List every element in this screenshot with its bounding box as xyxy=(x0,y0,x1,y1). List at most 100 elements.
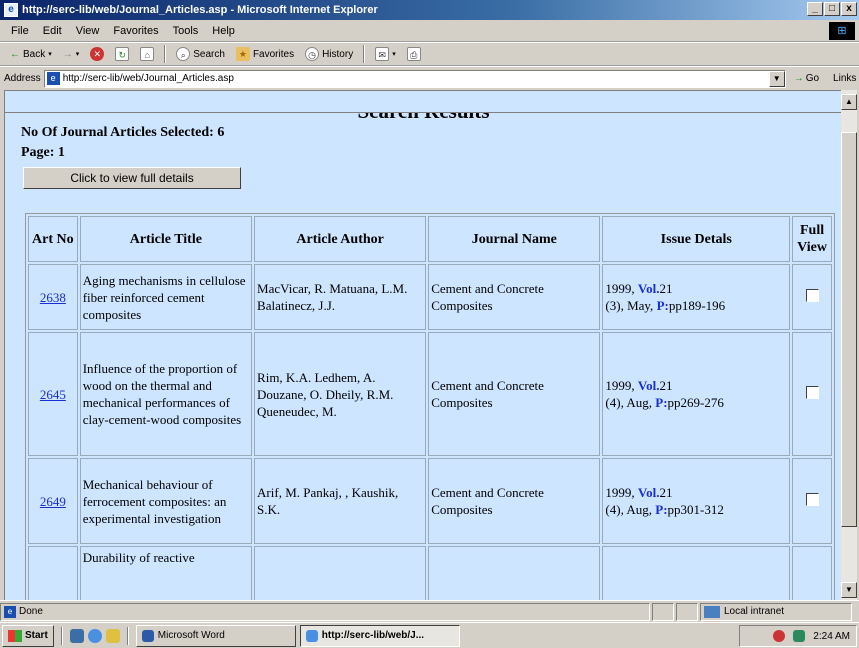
show-desktop-icon[interactable] xyxy=(69,628,84,643)
links-button[interactable]: Links xyxy=(833,73,856,84)
menu-edit[interactable]: Edit xyxy=(36,23,69,39)
dropdown-icon: ▾ xyxy=(48,51,52,58)
stop-icon: ✕ xyxy=(90,47,105,61)
status-empty-cell xyxy=(676,602,698,621)
history-button[interactable]: ◷ History xyxy=(301,46,357,62)
stop-button[interactable]: ✕ xyxy=(86,46,108,62)
taskbar-separator xyxy=(60,626,63,645)
view-full-details-button[interactable]: Click to view full details xyxy=(23,167,241,189)
home-icon: ⌂ xyxy=(140,47,155,61)
mail-button[interactable]: ✉ ▾ xyxy=(371,46,400,62)
menu-view[interactable]: View xyxy=(69,23,107,39)
scroll-up-icon[interactable]: ▲ xyxy=(841,94,857,110)
go-arrow-icon: → xyxy=(793,73,804,84)
art-no-link[interactable]: 2645 xyxy=(40,387,66,402)
ie-task-icon xyxy=(305,629,318,642)
issue-details-cell: 1999, Vol.21 (4), Aug, P:pp269-276 xyxy=(602,332,791,456)
pages-label: P: xyxy=(655,502,668,517)
issue-pages: pp269-276 xyxy=(667,395,724,410)
status-bar: e Done Local intranet xyxy=(0,600,859,622)
article-author-cell: Arif, M. Pankaj, , Kaushik, S.K. xyxy=(254,458,427,544)
window-controls: _ □ x xyxy=(807,2,857,16)
toolbar: ← Back ▾ → ▾ ✕ ↻ ⌂ ⌕ Search ★ Favorites … xyxy=(0,42,859,66)
forward-button[interactable]: → ▾ xyxy=(59,48,84,61)
status-zone-cell: Local intranet xyxy=(700,602,852,621)
home-button[interactable]: ⌂ xyxy=(136,46,158,62)
address-dropdown-icon[interactable]: ▼ xyxy=(768,70,785,87)
task-word-label: Microsoft Word xyxy=(157,630,225,641)
full-view-checkbox[interactable] xyxy=(805,288,819,302)
menu-tools[interactable]: Tools xyxy=(166,23,206,39)
address-input[interactable]: e http://serc-lib/web/Journal_Articles.a… xyxy=(43,69,786,88)
tray-shield-icon[interactable] xyxy=(773,630,786,642)
ie-icon: e xyxy=(4,3,18,17)
refresh-button[interactable]: ↻ xyxy=(111,46,133,62)
forward-arrow-icon: → xyxy=(62,48,73,60)
article-title-cell: Aging mechanisms in cellulose fiber rein… xyxy=(79,264,253,330)
taskbar: Start Microsoft Word http://serc-lib/web… xyxy=(0,622,859,648)
word-icon xyxy=(141,629,154,642)
issue-year: 1999, xyxy=(605,378,638,393)
vertical-scrollbar[interactable]: ▼ xyxy=(841,112,857,600)
address-bar: Address e http://serc-lib/web/Journal_Ar… xyxy=(0,66,859,90)
status-empty-cell xyxy=(652,602,674,621)
back-label: Back xyxy=(23,48,46,60)
windows-flag-icon xyxy=(8,629,22,642)
zone-text: Local intranet xyxy=(724,606,785,617)
full-view-cell xyxy=(792,458,832,544)
table-row: 2649 Mechanical behaviour of ferrocement… xyxy=(28,458,832,544)
outlook-quicklaunch-icon[interactable] xyxy=(105,628,120,643)
print-button[interactable]: ⎙ xyxy=(403,46,425,62)
results-table: Art No Article Title Article Author Jour… xyxy=(25,213,835,600)
table-row: 2645 Influence of the proportion of wood… xyxy=(28,332,832,456)
col-full-view: Full View xyxy=(792,216,832,262)
menu-bar: File Edit View Favorites Tools Help ⊞ xyxy=(0,20,859,42)
mail-icon: ✉ xyxy=(375,47,390,61)
full-view-checkbox[interactable] xyxy=(805,492,819,506)
start-label: Start xyxy=(25,630,48,641)
search-icon: ⌕ xyxy=(176,47,191,61)
task-ie-button[interactable]: http://serc-lib/web/J... xyxy=(299,624,460,647)
issue-vol: 21 xyxy=(659,485,673,500)
journal-name-cell xyxy=(428,546,601,600)
scroll-thumb[interactable] xyxy=(841,132,857,527)
print-icon: ⎙ xyxy=(406,47,421,61)
art-no-link[interactable]: 2638 xyxy=(40,290,66,305)
col-journal-name: Journal Name xyxy=(428,216,601,262)
go-button[interactable]: → Go xyxy=(794,73,819,84)
vol-label: Vol. xyxy=(637,378,660,393)
full-view-checkbox[interactable] xyxy=(805,385,819,399)
col-article-title: Article Title xyxy=(79,216,253,262)
issue-details-cell: 1999, Vol.21 (4), Aug, P:pp301-312 xyxy=(602,458,791,544)
favorites-button[interactable]: ★ Favorites xyxy=(232,46,298,62)
maximize-button[interactable]: □ xyxy=(824,2,840,16)
scroll-down-icon[interactable]: ▼ xyxy=(841,582,857,598)
dropdown-icon: ▾ xyxy=(392,51,396,58)
issue-details-cell: 1999, Vol.21 (3), May, P:pp189-196 xyxy=(602,264,791,330)
search-button[interactable]: ⌕ Search xyxy=(172,46,229,62)
start-button[interactable]: Start xyxy=(2,624,54,647)
menu-favorites[interactable]: Favorites xyxy=(106,23,165,39)
back-button[interactable]: ← Back ▾ xyxy=(6,48,56,61)
address-label: Address xyxy=(4,73,41,84)
go-label: Go xyxy=(805,73,820,84)
vol-label: Vol. xyxy=(637,281,660,296)
issue-number: (3), May, xyxy=(605,298,657,313)
ie-quicklaunch-icon[interactable] xyxy=(87,628,102,643)
clock: 2:24 AM xyxy=(813,630,850,642)
task-word-button[interactable]: Microsoft Word xyxy=(135,624,296,647)
art-no-link[interactable]: 2649 xyxy=(40,494,66,509)
close-button[interactable]: x xyxy=(841,2,857,16)
art-no-cell: 2649 xyxy=(28,458,78,544)
table-row: 2638 Aging mechanisms in cellulose fiber… xyxy=(28,264,832,330)
full-view-cell xyxy=(792,332,832,456)
menu-file[interactable]: File xyxy=(4,23,36,39)
issue-pages: pp301-312 xyxy=(667,502,724,517)
system-tray: 2:24 AM xyxy=(739,625,857,647)
address-url: http://serc-lib/web/Journal_Articles.asp xyxy=(62,73,234,84)
minimize-button[interactable]: _ xyxy=(807,2,823,16)
tray-network-icon[interactable] xyxy=(793,630,806,642)
menu-help[interactable]: Help xyxy=(205,23,242,39)
article-author-cell xyxy=(254,546,427,600)
page-icon: e xyxy=(46,72,60,85)
